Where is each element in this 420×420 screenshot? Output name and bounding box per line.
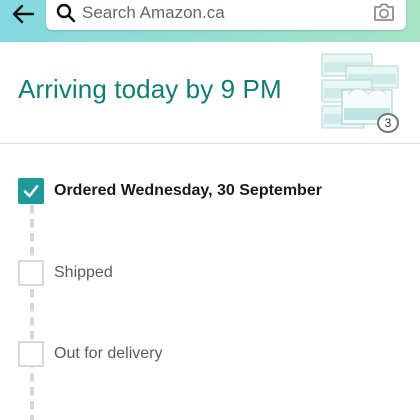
step-checkbox-checked	[18, 178, 44, 204]
checkmark-icon	[23, 185, 39, 198]
section-divider	[0, 143, 420, 144]
delivery-status-title: Arriving today by 9 PM	[18, 74, 282, 104]
step-label-ordered: Ordered Wednesday, 30 September	[54, 182, 322, 199]
timeline-connector	[30, 205, 34, 420]
search-input[interactable]	[82, 2, 352, 24]
timeline-step-out-for-delivery: Out for delivery	[18, 341, 162, 367]
app-header	[0, 0, 420, 42]
timeline-step-shipped: Shipped	[18, 260, 113, 286]
step-label-out-for-delivery: Out for delivery	[54, 345, 163, 362]
timeline-step-ordered: Ordered Wednesday, 30 September	[18, 178, 322, 204]
back-arrow-icon	[12, 4, 35, 24]
back-button[interactable]	[6, 0, 40, 28]
search-icon[interactable]	[56, 3, 76, 23]
step-label-shipped: Shipped	[54, 264, 113, 281]
camera-icon[interactable]	[372, 2, 396, 22]
step-checkbox-unchecked	[18, 260, 44, 286]
search-bar[interactable]	[46, 0, 406, 30]
step-checkbox-unchecked	[18, 341, 44, 367]
quantity-badge: 3	[377, 113, 399, 133]
